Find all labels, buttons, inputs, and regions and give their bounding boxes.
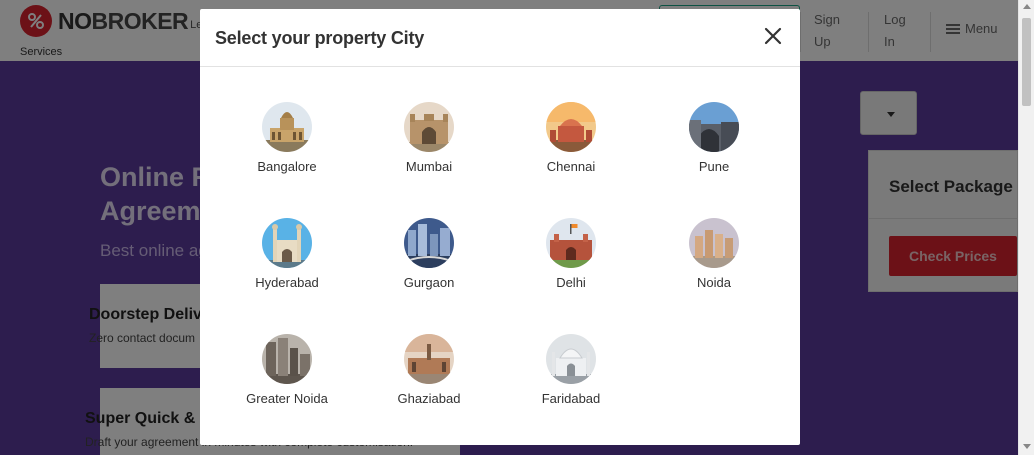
city-name: Mumbai [405,159,453,174]
pune-landmark-icon [689,102,739,152]
ghaziabad-landmark-icon [404,334,454,384]
noida-landmark-icon [689,218,739,268]
modal-header: Select your property City [200,9,800,67]
city-name: Pune [698,159,730,174]
greater-noida-landmark-icon [262,334,312,384]
scroll-down-arrow-icon[interactable] [1023,444,1031,449]
close-icon[interactable] [763,26,783,46]
city-name: Faridabad [541,391,601,406]
city-name: Ghaziabad [397,391,461,406]
city-option-greater-noida[interactable]: Greater Noida [227,334,347,414]
city-name: Noida [697,275,731,290]
city-option-chennai[interactable]: Chennai [511,102,631,182]
scrollbar-thumb[interactable] [1022,18,1031,106]
city-name: Greater Noida [246,391,328,406]
city-option-ghaziabad[interactable]: Ghaziabad [369,334,489,414]
city-option-hyderabad[interactable]: Hyderabad [227,218,347,298]
city-name: Bangalore [257,159,317,174]
gurgaon-landmark-icon [404,218,454,268]
city-name: Chennai [546,159,596,174]
delhi-landmark-icon [546,218,596,268]
city-name: Gurgaon [403,275,455,290]
bangalore-landmark-icon [262,102,312,152]
mumbai-landmark-icon [404,102,454,152]
city-option-delhi[interactable]: Delhi [511,218,631,298]
city-option-bangalore[interactable]: Bangalore [227,102,347,182]
chennai-landmark-icon [546,102,596,152]
city-option-gurgaon[interactable]: Gurgaon [369,218,489,298]
city-option-pune[interactable]: Pune [654,102,774,182]
city-option-faridabad[interactable]: Faridabad [511,334,631,414]
city-name: Delhi [556,275,586,290]
city-name: Hyderabad [255,275,319,290]
hyderabad-landmark-icon [262,218,312,268]
faridabad-landmark-icon [546,334,596,384]
scroll-up-arrow-icon[interactable] [1023,4,1031,9]
city-option-mumbai[interactable]: Mumbai [369,102,489,182]
city-option-noida[interactable]: Noida [654,218,774,298]
page-scrollbar[interactable] [1018,0,1034,455]
city-select-modal: Select your property City Bangalore Mumb… [200,9,800,445]
modal-title: Select your property City [215,28,425,48]
